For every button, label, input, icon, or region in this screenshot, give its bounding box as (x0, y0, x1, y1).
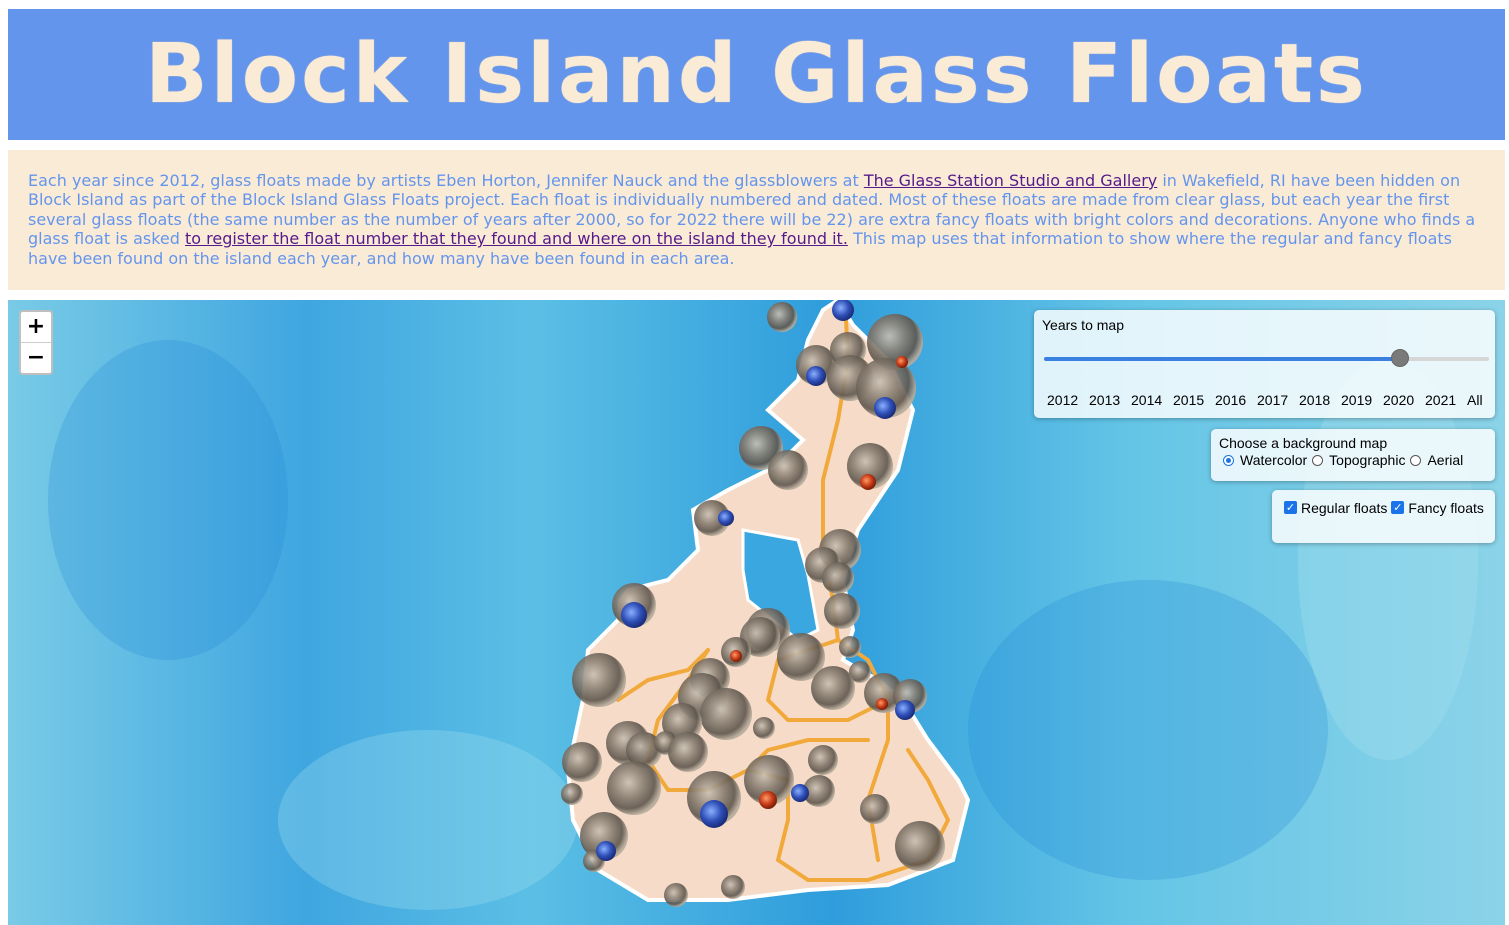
year-slider[interactable] (1044, 349, 1489, 367)
fancy-float-marker (874, 397, 896, 419)
radio-aerial[interactable]: Aerial (1410, 452, 1463, 468)
year-tick-2021[interactable]: 2021 (1425, 392, 1456, 408)
float-marker (664, 883, 688, 907)
radio-label: Topographic (1329, 452, 1406, 468)
float-marker (768, 450, 808, 490)
fancy-float-marker (895, 700, 915, 720)
float-marker (822, 562, 854, 594)
year-tick-labels: 2012 2013 2014 2015 2016 2017 2018 2019 2020 2021… (1034, 392, 1495, 410)
float-marker (895, 821, 945, 871)
zoom-out-button[interactable]: − (21, 343, 51, 373)
float-marker (753, 717, 775, 739)
float-marker (860, 794, 890, 824)
year-tick-2013[interactable]: 2013 (1089, 392, 1120, 408)
fancy-float-marker (896, 356, 908, 368)
float-marker (824, 593, 860, 629)
year-tick-2015[interactable]: 2015 (1173, 392, 1204, 408)
year-tick-2017[interactable]: 2017 (1257, 392, 1288, 408)
radio-label: Watercolor (1240, 452, 1308, 468)
zoom-control: + − (19, 310, 53, 375)
float-marker (562, 742, 602, 782)
fancy-float-marker (730, 650, 742, 662)
checkbox-icon[interactable]: ✓ (1391, 501, 1405, 514)
checkbox-label: Regular floats (1301, 499, 1388, 516)
fancy-float-marker (876, 698, 888, 710)
year-slider-fill (1044, 357, 1400, 361)
year-tick-all[interactable]: All (1467, 392, 1483, 408)
fancy-float-marker (596, 841, 616, 861)
float-marker (607, 761, 661, 815)
year-tick-2012[interactable]: 2012 (1047, 392, 1078, 408)
year-tick-2016[interactable]: 2016 (1215, 392, 1246, 408)
float-filter-options: ✓ Regular floats ✓ Fancy floats (1284, 498, 1488, 516)
float-marker (668, 732, 708, 772)
year-tick-2020[interactable]: 2020 (1383, 392, 1414, 408)
float-marker (572, 653, 626, 707)
year-slider-thumb[interactable] (1391, 349, 1409, 367)
years-control-title: Years to map (1042, 317, 1124, 333)
zoom-in-button[interactable]: + (21, 312, 51, 343)
radio-topographic[interactable]: Topographic (1312, 452, 1405, 468)
fancy-float-marker (860, 474, 876, 490)
checkbox-regular-floats[interactable]: ✓ Regular floats (1284, 500, 1387, 516)
map-view[interactable]: + − Years to map 2012 2013 2014 2015 2016 201… (8, 300, 1505, 925)
register-float-link[interactable]: to register the float number that they f… (185, 229, 848, 248)
float-marker (808, 745, 838, 775)
years-control-panel: Years to map 2012 2013 2014 2015 2016 2017 201… (1034, 310, 1495, 418)
fancy-float-marker (832, 300, 854, 321)
float-marker (839, 636, 861, 658)
page-header: Block Island Glass Floats (8, 9, 1505, 140)
checkbox-fancy-floats[interactable]: ✓ Fancy floats (1391, 499, 1484, 516)
intro-text-1: Each year since 2012, glass floats made … (28, 171, 864, 190)
fancy-float-marker (806, 366, 826, 386)
radio-button[interactable] (1410, 454, 1422, 466)
year-tick-2018[interactable]: 2018 (1299, 392, 1330, 408)
float-filter-panel: ✓ Regular floats ✓ Fancy floats (1272, 490, 1495, 543)
radio-label: Aerial (1427, 452, 1464, 468)
radio-button[interactable] (1223, 454, 1234, 466)
float-marker (561, 783, 583, 805)
intro-description: Each year since 2012, glass floats made … (8, 150, 1505, 290)
glass-station-link[interactable]: The Glass Station Studio and Gallery (864, 171, 1157, 190)
background-map-panel: Choose a background map Watercolor Topogr… (1211, 429, 1495, 481)
radio-button[interactable] (1312, 454, 1324, 466)
background-map-options: Watercolor Topographic Aerial (1223, 452, 1468, 469)
checkbox-icon[interactable]: ✓ (1284, 501, 1297, 514)
float-marker (811, 666, 855, 710)
float-marker (700, 688, 752, 740)
float-marker (721, 875, 745, 899)
radio-watercolor[interactable]: Watercolor (1223, 452, 1307, 468)
page-title: Block Island Glass Floats (145, 27, 1368, 122)
background-map-title: Choose a background map (1219, 435, 1388, 451)
fancy-float-marker (700, 800, 728, 828)
float-marker (767, 302, 797, 332)
fancy-float-marker (718, 510, 734, 526)
fancy-float-marker (791, 784, 809, 802)
fancy-float-marker (621, 602, 647, 628)
fancy-float-marker (759, 791, 777, 809)
year-tick-2014[interactable]: 2014 (1131, 392, 1162, 408)
year-tick-2019[interactable]: 2019 (1341, 392, 1372, 408)
checkbox-label: Fancy floats (1408, 499, 1484, 516)
